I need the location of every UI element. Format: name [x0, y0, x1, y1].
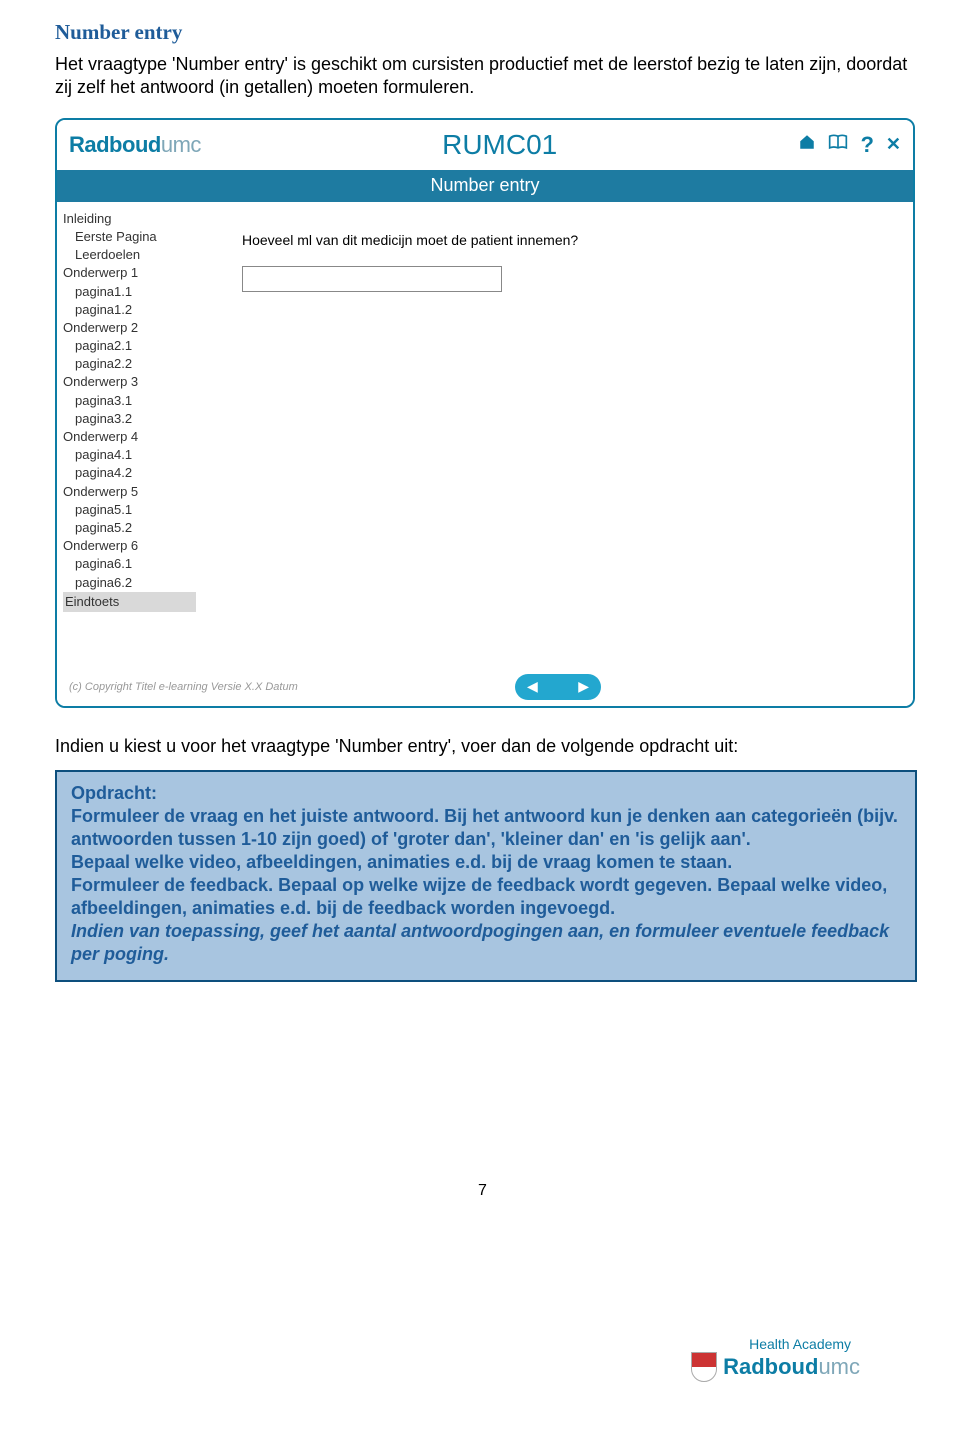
header-icons: ? ✕: [798, 132, 901, 158]
footer-logo: Health Academy Radboudumc: [691, 1336, 860, 1382]
title-bar: Number entry: [57, 170, 913, 202]
sidebar-item[interactable]: Onderwerp 3: [63, 373, 196, 391]
sidebar-item[interactable]: pagina2.1: [63, 337, 196, 355]
page-number: 7: [55, 1182, 910, 1200]
sidebar-item[interactable]: Leerdoelen: [63, 246, 196, 264]
sidebar-item[interactable]: pagina3.2: [63, 410, 196, 428]
number-input[interactable]: [242, 266, 502, 292]
task-heading: Opdracht:: [71, 783, 157, 803]
brand-logo: Radboudumc: [69, 132, 201, 158]
home-icon[interactable]: [798, 133, 816, 156]
footer-brand-main: Radboud: [723, 1354, 818, 1379]
next-button[interactable]: ▶: [578, 678, 589, 695]
sidebar-item[interactable]: Onderwerp 6: [63, 537, 196, 555]
nav-pill: ◀ ▶: [515, 674, 601, 700]
book-icon[interactable]: [828, 134, 848, 155]
sidebar-item[interactable]: pagina1.2: [63, 301, 196, 319]
footer-brand-sub: umc: [818, 1354, 860, 1379]
sidebar-nav: InleidingEerste PaginaLeerdoelenOnderwer…: [57, 202, 202, 672]
help-icon[interactable]: ?: [860, 132, 873, 158]
lead-in-text: Indien u kiest u voor het vraagtype 'Num…: [55, 734, 910, 758]
task-box: Opdracht: Formuleer de vraag en het juis…: [55, 770, 917, 982]
footer-health-academy: Health Academy: [749, 1336, 860, 1352]
sidebar-item[interactable]: Onderwerp 5: [63, 483, 196, 501]
sidebar-item[interactable]: Eindtoets: [63, 592, 196, 612]
course-code: RUMC01: [201, 129, 799, 161]
brand-sub: umc: [161, 132, 201, 157]
sidebar-item[interactable]: pagina6.2: [63, 574, 196, 592]
question-text: Hoeveel ml van dit medicijn moet de pati…: [242, 232, 873, 248]
sidebar-item[interactable]: pagina6.1: [63, 555, 196, 573]
task-line-2: Bepaal welke video, afbeeldingen, animat…: [71, 852, 732, 872]
copyright-text: (c) Copyright Titel e-learning Versie X.…: [69, 681, 515, 693]
sidebar-item[interactable]: pagina5.2: [63, 519, 196, 537]
sidebar-item[interactable]: pagina3.1: [63, 392, 196, 410]
sidebar-item[interactable]: Eerste Pagina: [63, 228, 196, 246]
intro-paragraph: Het vraagtype 'Number entry' is geschikt…: [55, 53, 910, 100]
sidebar-item[interactable]: Onderwerp 1: [63, 264, 196, 282]
section-title: Number entry: [55, 20, 910, 45]
question-area: Hoeveel ml van dit medicijn moet de pati…: [202, 202, 913, 672]
sidebar-item[interactable]: pagina1.1: [63, 283, 196, 301]
app-screenshot: Radboudumc RUMC01 ? ✕ Number entry Inlei…: [55, 118, 915, 708]
sidebar-item[interactable]: pagina4.2: [63, 464, 196, 482]
sidebar-item[interactable]: pagina4.1: [63, 446, 196, 464]
app-header: Radboudumc RUMC01 ? ✕: [57, 120, 913, 170]
sidebar-item[interactable]: pagina2.2: [63, 355, 196, 373]
sidebar-item[interactable]: Onderwerp 4: [63, 428, 196, 446]
sidebar-item[interactable]: Inleiding: [63, 210, 196, 228]
task-line-1: Formuleer de vraag en het juiste antwoor…: [71, 806, 898, 849]
brand-main: Radboud: [69, 132, 161, 157]
close-icon[interactable]: ✕: [886, 134, 901, 155]
task-line-3: Formuleer de feedback. Bepaal op welke w…: [71, 875, 887, 918]
app-footer: (c) Copyright Titel e-learning Versie X.…: [57, 668, 913, 706]
prev-button[interactable]: ◀: [527, 678, 538, 695]
shield-icon: [691, 1352, 717, 1382]
task-line-4: Indien van toepassing, geef het aantal a…: [71, 921, 889, 964]
sidebar-item[interactable]: pagina5.1: [63, 501, 196, 519]
sidebar-item[interactable]: Onderwerp 2: [63, 319, 196, 337]
